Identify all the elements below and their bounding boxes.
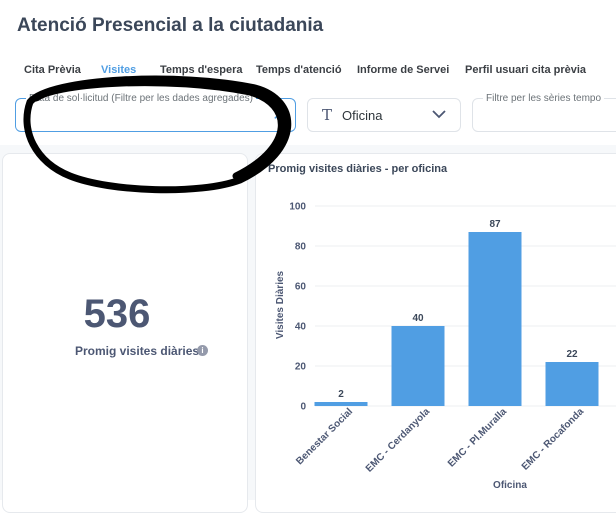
bar-data-label: 40: [412, 313, 424, 324]
y-tick-label: 60: [295, 282, 307, 293]
y-tick-label: 0: [300, 402, 306, 413]
y-tick-label: 40: [295, 322, 307, 333]
bar[interactable]: [468, 232, 522, 406]
bar-chart: 0 20 40 60 80 100 2 Benestar Social 40 EMC - Cerd…: [275, 202, 616, 491]
bar[interactable]: [391, 326, 445, 406]
bar-data-label: 2: [338, 389, 344, 400]
x-tick-label: Benestar Social: [294, 406, 355, 467]
x-tick-label: EMC - Pl.Muralla: [446, 406, 509, 469]
y-tick-label: 20: [295, 362, 307, 373]
y-axis-label: Visites Diàries: [275, 270, 286, 339]
bar[interactable]: [545, 362, 599, 406]
x-tick-label: EMC - Cerdanyola: [364, 406, 433, 475]
bar[interactable]: [314, 402, 368, 406]
bar-data-label: 87: [489, 219, 501, 230]
bar-data-label: 22: [566, 349, 578, 360]
y-tick-label: 100: [289, 202, 306, 213]
x-tick-label: EMC - Rocafonda: [520, 406, 587, 473]
x-axis-label: Oficina: [493, 480, 527, 491]
y-tick-label: 80: [295, 242, 307, 253]
